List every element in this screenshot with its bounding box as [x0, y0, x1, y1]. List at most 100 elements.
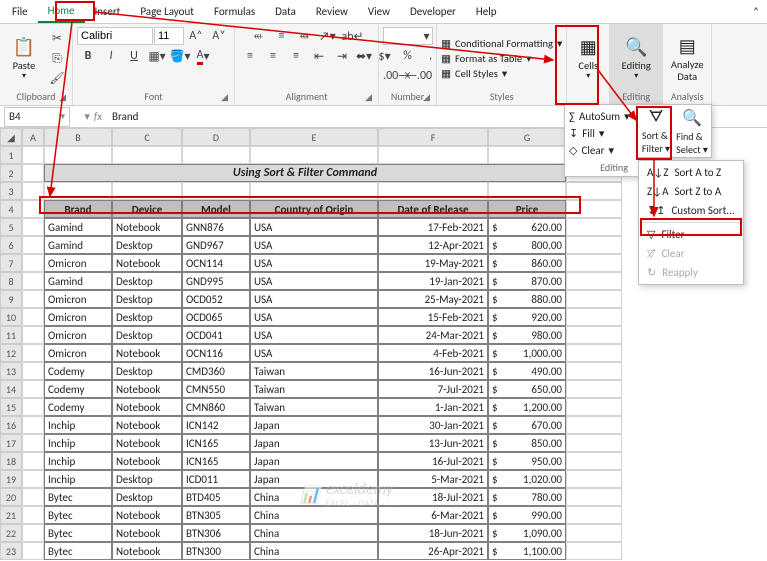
tab-data[interactable]: Data: [265, 1, 306, 22]
table-cell[interactable]: 25-May-2021: [378, 290, 488, 308]
table-header[interactable]: Brand: [44, 200, 112, 218]
name-box[interactable]: B4▾: [4, 107, 70, 127]
table-cell[interactable]: ICN142: [182, 416, 250, 434]
table-cell[interactable]: $490.00: [488, 362, 566, 380]
table-cell[interactable]: Inchip: [44, 434, 112, 452]
underline-button[interactable]: U: [123, 47, 145, 65]
table-cell[interactable]: BTD405: [182, 488, 250, 506]
cell[interactable]: [22, 218, 44, 236]
cell[interactable]: [22, 362, 44, 380]
italic-button[interactable]: I: [100, 47, 122, 65]
row-header-18[interactable]: 18: [0, 452, 22, 470]
cell[interactable]: [22, 452, 44, 470]
table-cell[interactable]: Notebook: [112, 344, 182, 362]
table-cell[interactable]: 19-May-2021: [378, 254, 488, 272]
table-cell[interactable]: Bytec: [44, 506, 112, 524]
table-header[interactable]: Price: [488, 200, 566, 218]
table-cell[interactable]: Omicron: [44, 326, 112, 344]
table-cell[interactable]: Taiwan: [250, 380, 378, 398]
table-cell[interactable]: OCN114: [182, 254, 250, 272]
table-cell[interactable]: $620.00: [488, 218, 566, 236]
table-cell[interactable]: $650.00: [488, 380, 566, 398]
table-header[interactable]: Device: [112, 200, 182, 218]
cell[interactable]: [566, 272, 622, 290]
row-header-9[interactable]: 9: [0, 290, 22, 308]
table-cell[interactable]: OCD065: [182, 308, 250, 326]
cell[interactable]: [22, 182, 44, 200]
border-button[interactable]: ▦▾: [146, 47, 168, 65]
row-header-23[interactable]: 23: [0, 542, 22, 560]
conditional-formatting-button[interactable]: ▦Conditional Formatting ▾: [441, 37, 562, 50]
dialog-launcher-icon[interactable]: ◢: [365, 92, 372, 103]
cell[interactable]: [566, 362, 622, 380]
table-cell[interactable]: GND995: [182, 272, 250, 290]
table-cell[interactable]: Bytec: [44, 542, 112, 560]
table-cell[interactable]: China: [250, 524, 378, 542]
tab-page-layout[interactable]: Page Layout: [130, 1, 204, 22]
custom-sort-item[interactable]: ↧↥Custom Sort...: [639, 201, 743, 220]
cell[interactable]: [22, 524, 44, 542]
sort-za-item[interactable]: Z↓ASort Z to A: [639, 182, 743, 201]
row-header-4[interactable]: 4: [0, 200, 22, 218]
cell[interactable]: [566, 470, 622, 488]
cell[interactable]: [566, 434, 622, 452]
table-cell[interactable]: 15-Feb-2021: [378, 308, 488, 326]
align-right-button[interactable]: ≡: [285, 47, 307, 65]
row-header-11[interactable]: 11: [0, 326, 22, 344]
format-painter-button[interactable]: 🖌: [46, 70, 68, 88]
table-cell[interactable]: OCN116: [182, 344, 250, 362]
table-cell[interactable]: USA: [250, 218, 378, 236]
table-cell[interactable]: OCD052: [182, 290, 250, 308]
tab-insert[interactable]: Insert: [85, 1, 131, 22]
cell[interactable]: [566, 380, 622, 398]
table-cell[interactable]: Japan: [250, 416, 378, 434]
table-cell[interactable]: Bytec: [44, 488, 112, 506]
table-cell[interactable]: Desktop: [112, 470, 182, 488]
cell[interactable]: [566, 200, 622, 218]
table-cell[interactable]: Desktop: [112, 308, 182, 326]
format-as-table-button[interactable]: ▦Format as Table ▾: [441, 52, 562, 65]
row-header-17[interactable]: 17: [0, 434, 22, 452]
row-header-13[interactable]: 13: [0, 362, 22, 380]
cell[interactable]: [378, 182, 488, 200]
table-cell[interactable]: Inchip: [44, 416, 112, 434]
table-cell[interactable]: $860.00: [488, 254, 566, 272]
table-cell[interactable]: $850.00: [488, 434, 566, 452]
increase-font-button[interactable]: A˄: [185, 27, 207, 45]
cell[interactable]: [566, 452, 622, 470]
table-cell[interactable]: Omicron: [44, 290, 112, 308]
ribbon-collapse-button[interactable]: ˄: [747, 1, 765, 22]
cell[interactable]: [566, 542, 622, 560]
table-cell[interactable]: Bytec: [44, 524, 112, 542]
fill-color-button[interactable]: 🪣▾: [169, 47, 191, 65]
table-cell[interactable]: OCD041: [182, 326, 250, 344]
analyze-data-button[interactable]: ▤ AnalyzeData: [667, 29, 707, 89]
cell[interactable]: [250, 182, 378, 200]
table-cell[interactable]: 6-Mar-2021: [378, 506, 488, 524]
cell[interactable]: [22, 344, 44, 362]
table-cell[interactable]: Inchip: [44, 452, 112, 470]
table-cell[interactable]: Gamind: [44, 272, 112, 290]
tab-help[interactable]: Help: [466, 1, 507, 22]
table-cell[interactable]: BTN300: [182, 542, 250, 560]
row-header-3[interactable]: 3: [0, 182, 22, 200]
table-cell[interactable]: USA: [250, 236, 378, 254]
bold-button[interactable]: B: [77, 47, 99, 65]
cell[interactable]: [566, 416, 622, 434]
table-cell[interactable]: Desktop: [112, 290, 182, 308]
row-header-15[interactable]: 15: [0, 398, 22, 416]
table-cell[interactable]: $950.00: [488, 452, 566, 470]
table-cell[interactable]: $1,200.00: [488, 398, 566, 416]
percent-format-button[interactable]: %: [397, 47, 419, 65]
table-title[interactable]: Using Sort & Filter Command: [44, 164, 566, 182]
table-cell[interactable]: Notebook: [112, 542, 182, 560]
cell[interactable]: [566, 254, 622, 272]
copy-button[interactable]: ⎘: [46, 50, 68, 68]
cell[interactable]: [566, 398, 622, 416]
table-cell[interactable]: $920.00: [488, 308, 566, 326]
fx-icon[interactable]: fx: [94, 110, 102, 123]
col-header-A[interactable]: A: [22, 128, 44, 146]
table-cell[interactable]: $1,100.00: [488, 542, 566, 560]
table-cell[interactable]: 4-Feb-2021: [378, 344, 488, 362]
align-top-button[interactable]: ⬴: [247, 27, 269, 45]
